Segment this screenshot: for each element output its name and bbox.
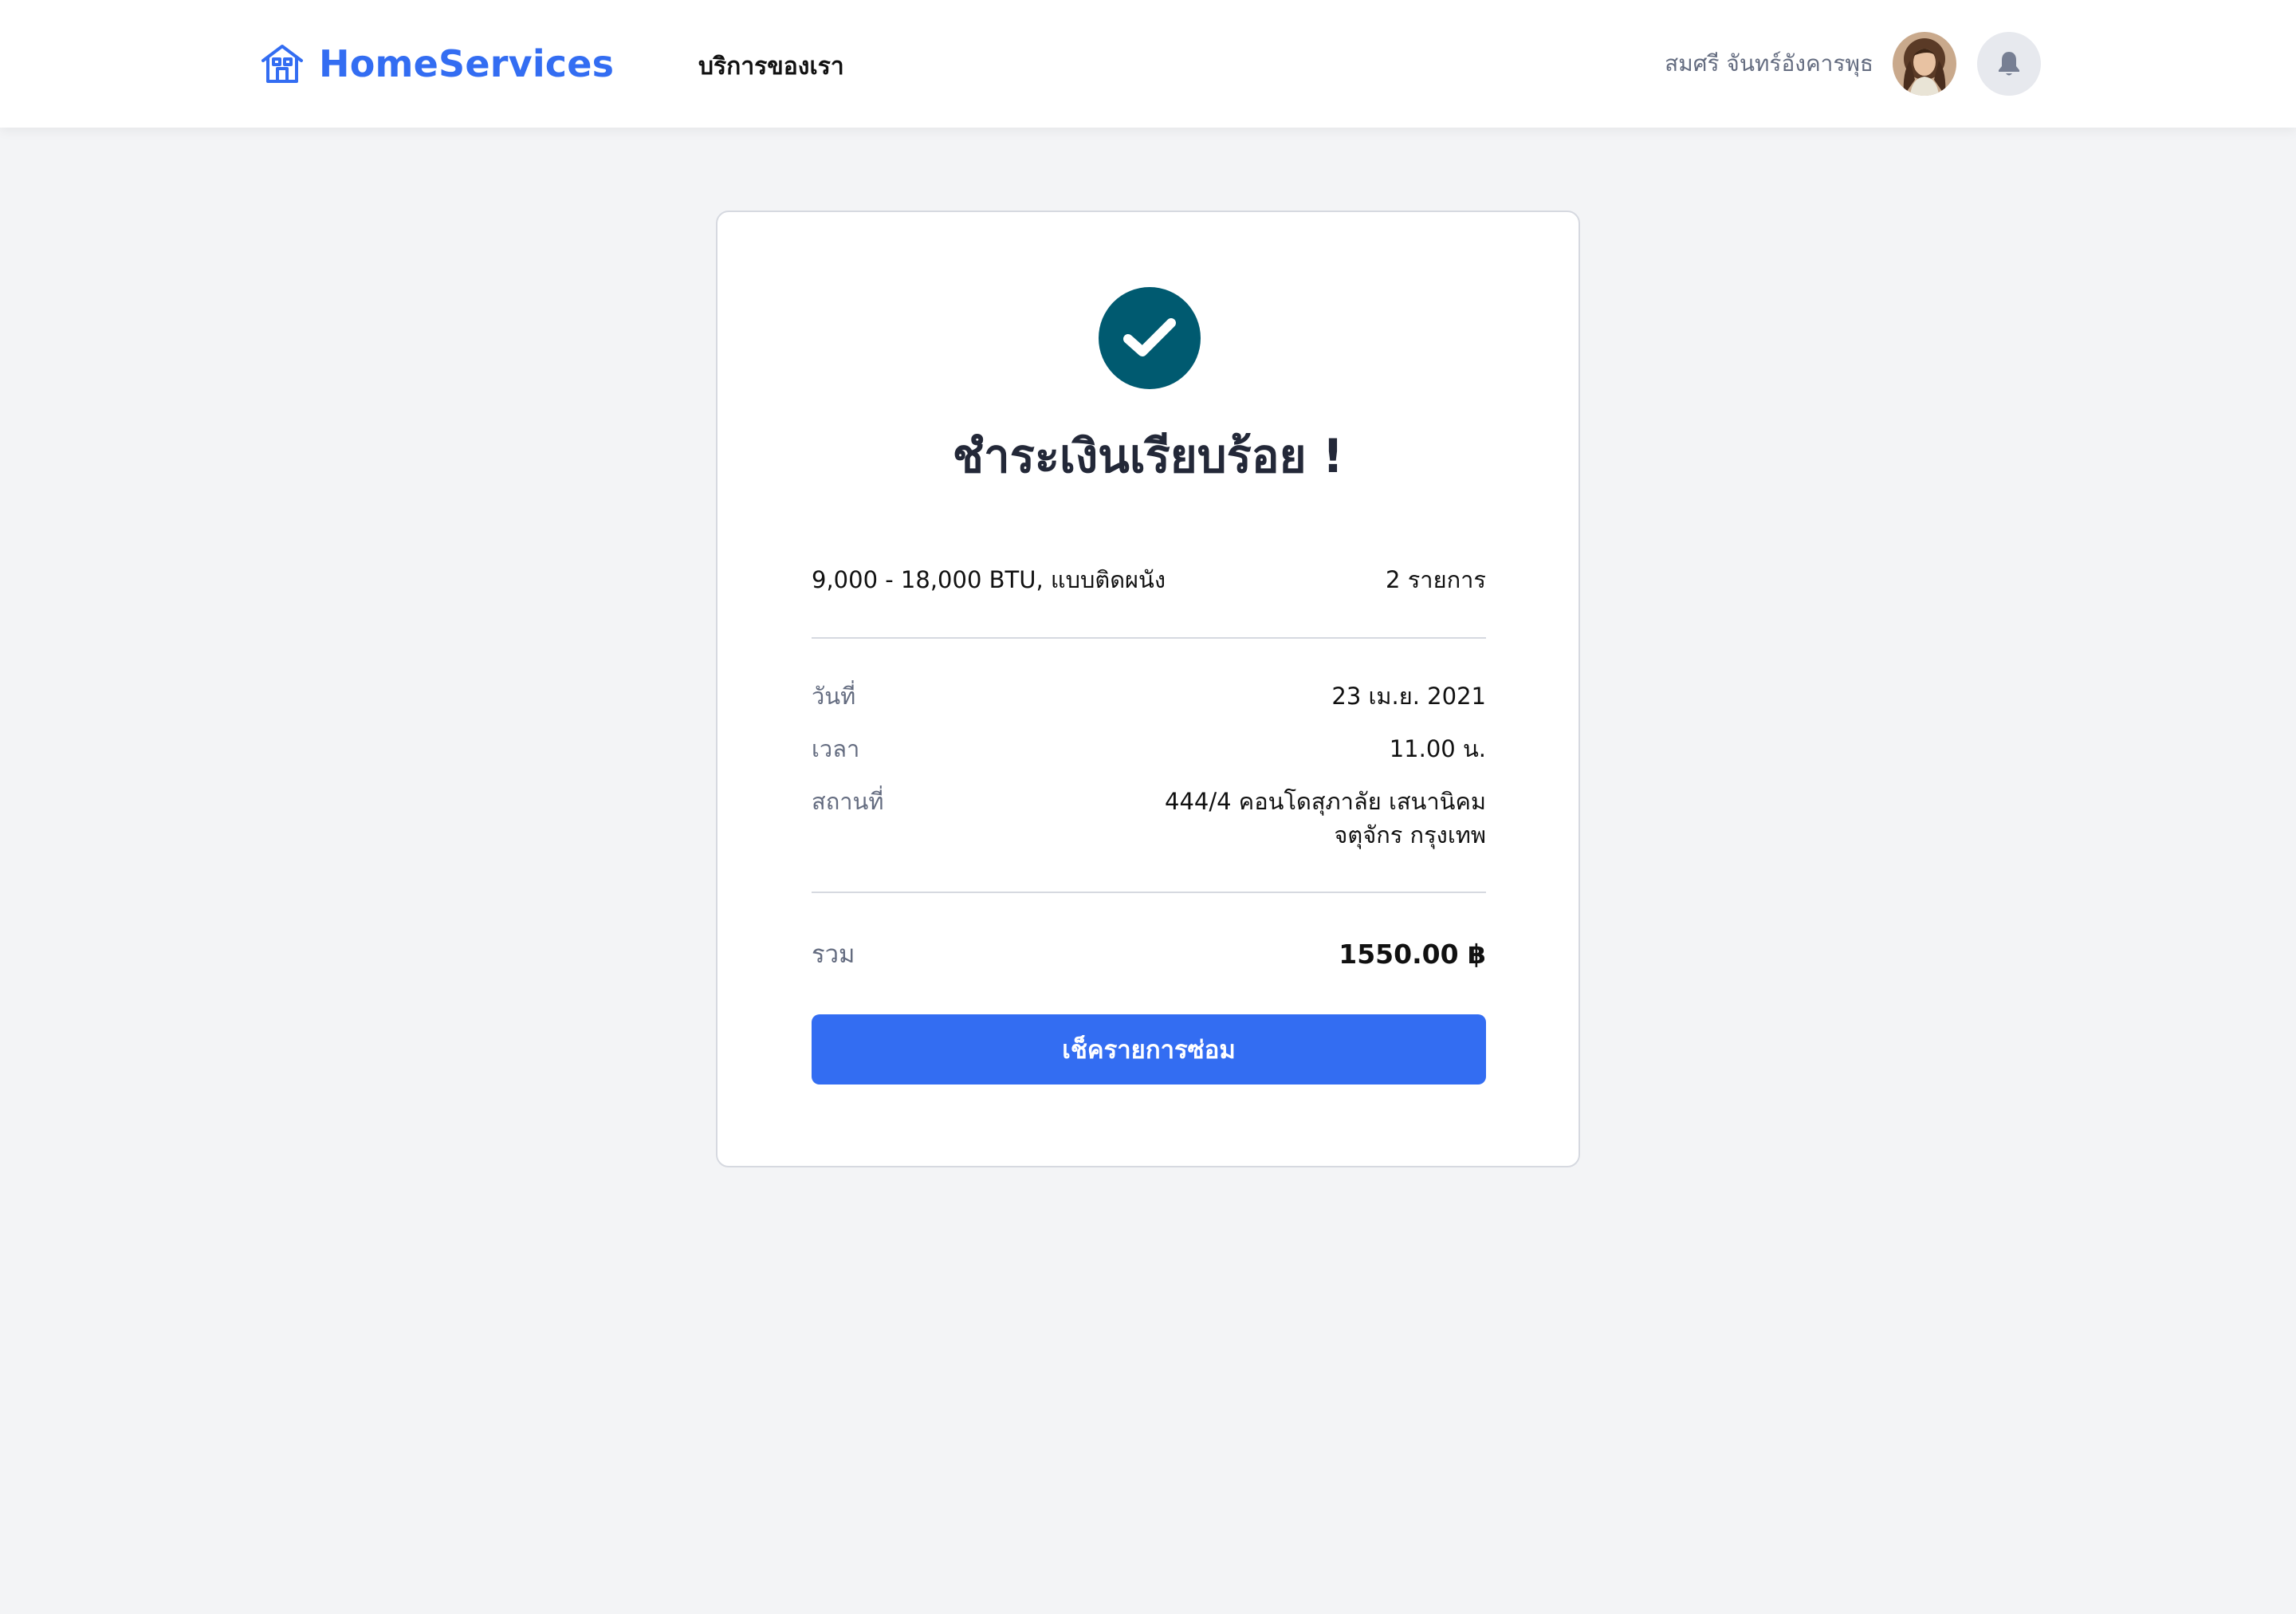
check-icon [1123,318,1176,356]
nav-our-services-link[interactable]: บริการของเรา [698,48,844,85]
location-row: สถานที่ 444/4 คอนโดสุภาลัย เสนานิคม จตุจ… [812,785,1486,852]
notification-button[interactable] [1977,32,2041,96]
check-circle-icon [1099,287,1201,389]
bell-icon [1999,52,2019,76]
time-label: เวลา [812,735,860,762]
total-row: รวม 1550.00 ฿ [812,938,1486,971]
user-menu: สมศรี จันทร์อังคารพุธ [1665,32,2041,96]
top-navigation-bar: HomeServices บริการของเรา สมศรี จันทร์อั… [0,0,2296,128]
location-line-1: 444/4 คอนโดสุภาลัย เสนานิคม [1165,788,1486,815]
order-item-row: 9,000 - 18,000 BTU, แบบติดผนัง 2 รายการ [812,563,1486,596]
date-label: วันที่ [812,683,856,710]
user-name: สมศรี จันทร์อังคารพุธ [1665,50,1873,77]
location-value: 444/4 คอนโดสุภาลัย เสนานิคม จตุจักร กรุง… [1165,785,1486,852]
brand-logo-link[interactable]: HomeServices [260,38,614,89]
divider [812,892,1486,893]
date-value: 23 เม.ย. 2021 [1331,683,1486,710]
avatar[interactable] [1893,32,1956,96]
order-item-quantity: 2 รายการ [1386,566,1486,593]
total-value: 1550.00 ฿ [1339,939,1486,970]
time-value: 11.00 น. [1389,735,1486,762]
time-row: เวลา 11.00 น. [812,732,1486,766]
payment-success-card: ชำระเงินเรียบร้อย ! 9,000 - 18,000 BTU, … [716,211,1580,1167]
order-item-name: 9,000 - 18,000 BTU, แบบติดผนัง [812,566,1166,593]
brand-name: HomeServices [319,42,615,85]
check-repair-list-button[interactable]: เช็ครายการซ่อม [812,1014,1486,1085]
house-icon [261,45,303,83]
page-title: ชำระเงินเรียบร้อย ! [952,429,1344,483]
total-label: รวม [812,940,855,969]
location-line-2: จตุจักร กรุงเทพ [1334,821,1486,848]
date-row: วันที่ 23 เม.ย. 2021 [812,679,1486,713]
location-label: สถานที่ [812,788,884,815]
divider [812,637,1486,639]
